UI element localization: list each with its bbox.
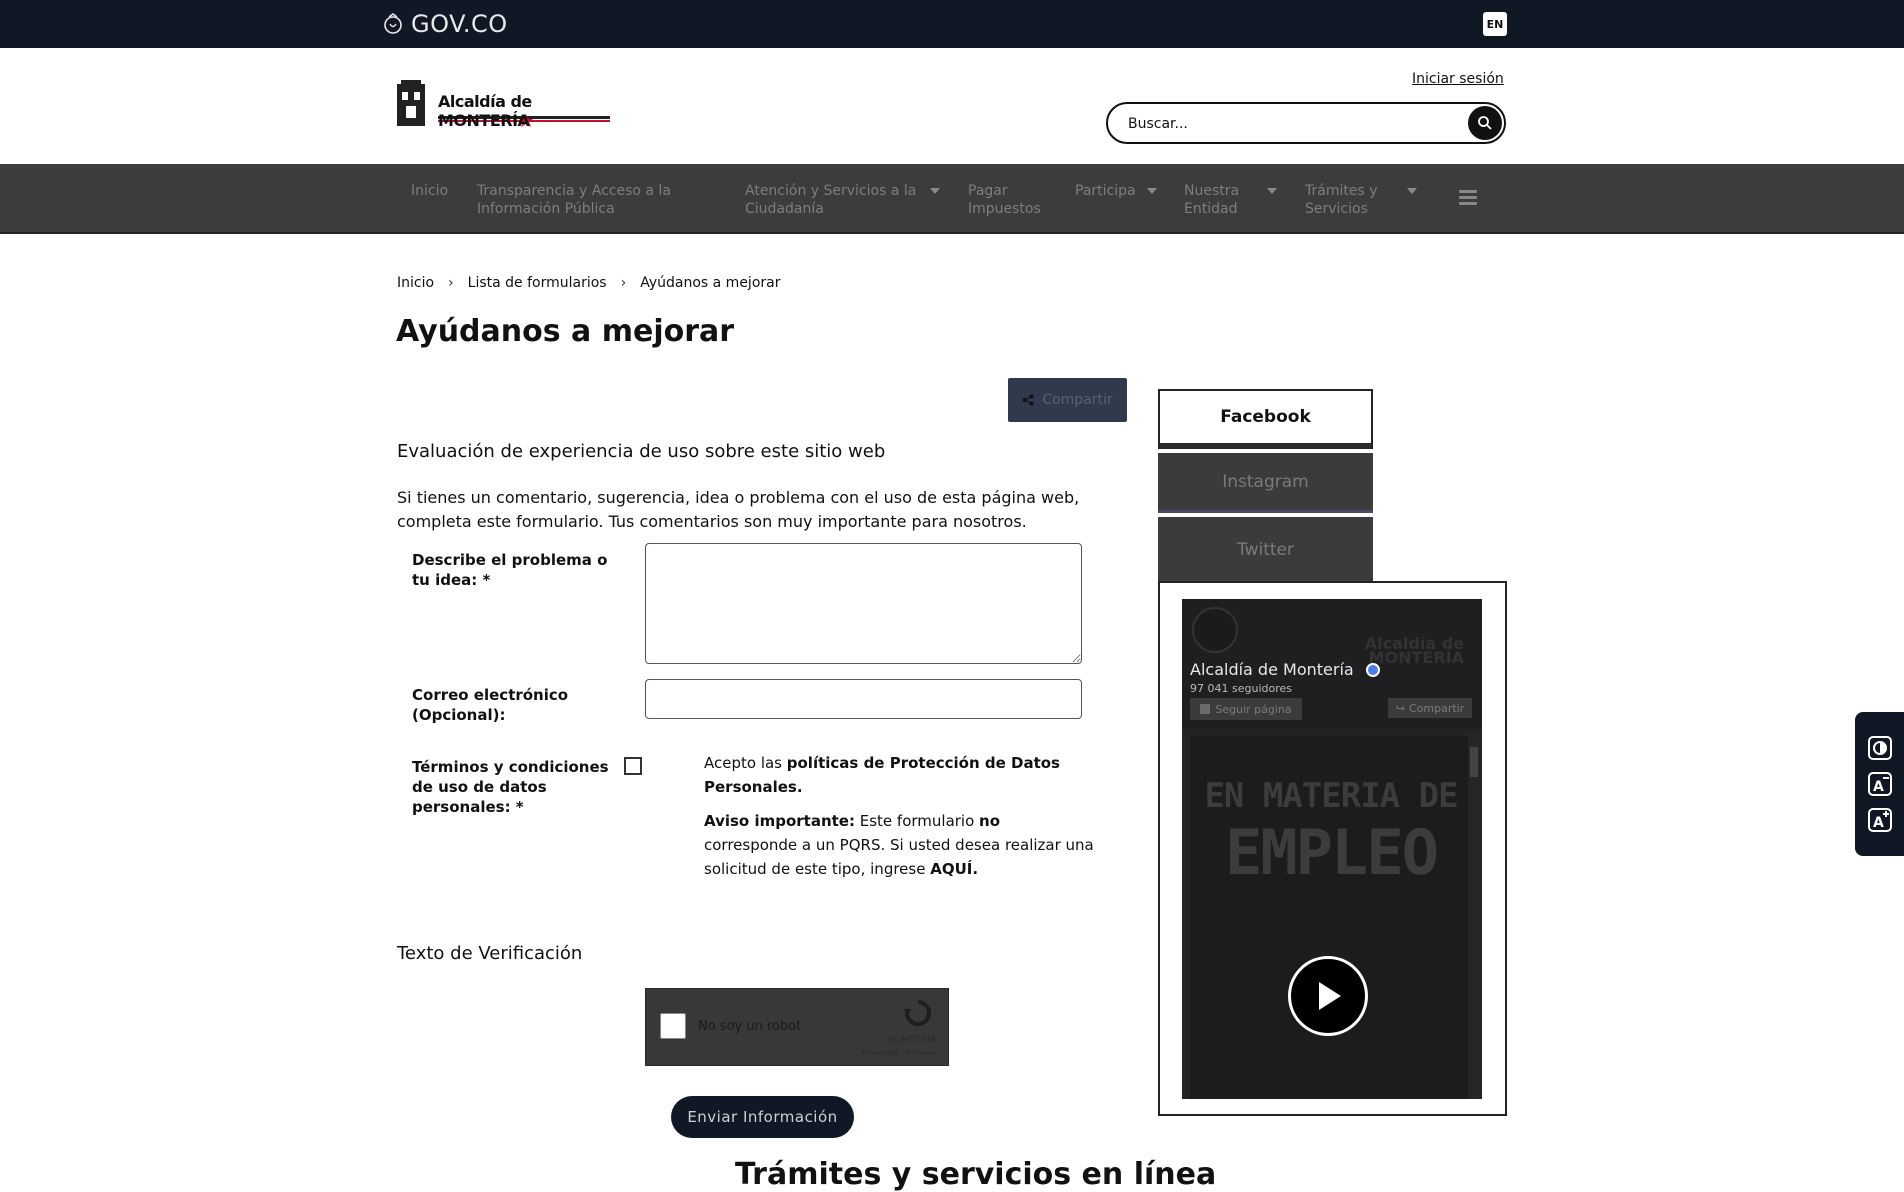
facebook-page-name[interactable]: Alcaldía de Montería: [1190, 660, 1354, 679]
facebook-followers: 97 041 seguidores: [1190, 682, 1292, 695]
recaptcha-links[interactable]: Privacidad - Términos: [861, 1049, 936, 1057]
follow-page-label: Seguir página: [1215, 702, 1292, 716]
alcaldia-logo[interactable]: Alcaldía de MONTERÍA: [396, 78, 616, 130]
nav-item-transparencia[interactable]: Transparencia y Acceso a la Información …: [477, 182, 687, 218]
facebook-embed: Alcaldía de MONTERÍA Alcaldía de Montería…: [1158, 581, 1507, 1116]
scrollbar[interactable]: [1468, 733, 1480, 1099]
description-label: Describe el problema o tu idea: *: [412, 551, 608, 589]
share-icon: [1022, 394, 1034, 406]
email-label: Correo electrónico (Opcional):: [412, 686, 569, 724]
chevron-right-icon: ›: [620, 275, 627, 291]
terms-text: Acepto las políticas de Protección de Da…: [704, 751, 1094, 799]
tab-instagram[interactable]: Instagram: [1158, 453, 1373, 513]
nav-item-pagar-impuestos[interactable]: Pagar Impuestos: [968, 182, 1048, 218]
search-input[interactable]: [1126, 112, 1446, 136]
avatar[interactable]: [1192, 607, 1238, 653]
submit-button[interactable]: Enviar Información: [671, 1096, 854, 1138]
notice-text-2: corresponde a un PQRS. Si usted desea re…: [704, 836, 1094, 878]
tab-facebook[interactable]: Facebook: [1158, 389, 1373, 449]
form-subtitle: Evaluación de experiencia de uso sobre e…: [397, 441, 886, 462]
hamburger-menu-icon[interactable]: [1459, 190, 1477, 206]
form-intro: Si tienes un comentario, sugerencia, ide…: [397, 488, 1080, 531]
play-icon: [1319, 982, 1341, 1010]
share-button[interactable]: Compartir: [1008, 378, 1127, 422]
terms-label: Términos y condiciones de uso de datos p…: [412, 758, 609, 816]
follow-page-button[interactable]: Seguir página: [1190, 698, 1302, 720]
nav-item-atencion[interactable]: Atención y Servicios a la Ciudadanía: [745, 182, 925, 218]
recaptcha-widget: No soy un robot reCAPTCHA Privacidad - T…: [645, 988, 949, 1066]
email-field[interactable]: [645, 679, 1082, 719]
facebook-share-button[interactable]: ↪ Compartir: [1388, 698, 1472, 718]
decrease-text-icon[interactable]: A: [1868, 772, 1892, 796]
recaptcha-logo-icon: [904, 1000, 931, 1026]
tab-twitter[interactable]: Twitter: [1158, 517, 1373, 583]
search-button[interactable]: [1468, 106, 1502, 140]
contrast-icon[interactable]: [1868, 736, 1892, 760]
search-box: [1106, 102, 1506, 144]
share-label: Compartir: [1042, 392, 1113, 408]
accessibility-toolbar: A A: [1855, 712, 1904, 856]
description-textarea[interactable]: [645, 543, 1082, 664]
nav-item-participa[interactable]: Participa: [1075, 182, 1136, 200]
alcaldia-logo-text: Alcaldía de MONTERÍA: [438, 92, 532, 130]
search-icon: [1478, 116, 1492, 130]
breadcrumb: Inicio › Lista de formularios › Ayúdanos…: [397, 275, 780, 291]
verification-label: Texto de Verificación: [397, 943, 583, 964]
pqrs-link[interactable]: AQUÍ.: [930, 860, 978, 878]
play-button[interactable]: [1288, 956, 1368, 1036]
video-caption-line-2: EMPLEO: [1225, 816, 1439, 889]
chevron-down-icon: [1267, 188, 1277, 194]
facebook-icon: [1200, 704, 1211, 714]
facebook-page-plugin: Alcaldía de MONTERÍA Alcaldía de Montería…: [1182, 599, 1482, 1099]
chevron-down-icon: [930, 188, 940, 194]
terms-prefix: Acepto las: [704, 754, 787, 772]
govco-brand-text: GOV.CO: [411, 10, 508, 38]
terms-checkbox[interactable]: [624, 757, 642, 775]
share-arrow-icon: ↪: [1395, 701, 1405, 715]
gov-top-bar: [0, 0, 1904, 48]
nav-item-nuestra-entidad[interactable]: Nuestra Entidad: [1184, 182, 1254, 218]
breadcrumb-item-current: Ayúdanos a mejorar: [640, 275, 781, 291]
page-title: Ayúdanos a mejorar: [396, 314, 735, 349]
recaptcha-checkbox[interactable]: [660, 1013, 686, 1039]
language-toggle-button[interactable]: EN: [1483, 12, 1507, 36]
main-nav: Inicio Transparencia y Acceso a la Infor…: [0, 164, 1904, 234]
verified-icon: [1366, 663, 1380, 677]
notice-text-1: Este formulario: [854, 812, 980, 830]
chevron-right-icon: ›: [448, 275, 454, 291]
section-heading: Trámites y servicios en línea: [735, 1157, 1217, 1192]
facebook-page-header: Alcaldía de MONTERÍA Alcaldía de Montería…: [1182, 599, 1482, 729]
facebook-share-label: Compartir: [1408, 701, 1465, 715]
video-caption-line-1: EN MATERIA DE: [1204, 776, 1458, 816]
svg-text:A: A: [1873, 779, 1884, 795]
chevron-down-icon: [1407, 188, 1417, 194]
notice-heading: Aviso importante:: [704, 812, 855, 830]
header-watermark: Alcaldía de MONTERÍA: [1364, 634, 1464, 667]
facebook-video-post[interactable]: EN MATERIA DE EMPLEO: [1190, 736, 1472, 1099]
notice-no: no: [979, 812, 1001, 830]
recaptcha-brand: reCAPTCHA: [884, 1035, 936, 1045]
important-notice: Aviso importante: Este formulario no cor…: [704, 809, 1094, 881]
svg-text:A: A: [1873, 815, 1884, 831]
govco-logo[interactable]: GOV.CO: [383, 10, 508, 38]
nav-item-inicio[interactable]: Inicio: [411, 182, 448, 200]
chevron-down-icon: [1147, 188, 1157, 194]
login-link[interactable]: Iniciar sesión: [1412, 71, 1504, 87]
govco-emblem-icon: [384, 13, 402, 34]
recaptcha-label: No soy un robot: [698, 1019, 802, 1034]
breadcrumb-item-formularios[interactable]: Lista de formularios: [468, 275, 607, 291]
nav-item-tramites[interactable]: Trámites y Servicios: [1305, 182, 1395, 218]
breadcrumb-item-inicio[interactable]: Inicio: [397, 275, 434, 291]
increase-text-icon[interactable]: A: [1868, 808, 1892, 832]
